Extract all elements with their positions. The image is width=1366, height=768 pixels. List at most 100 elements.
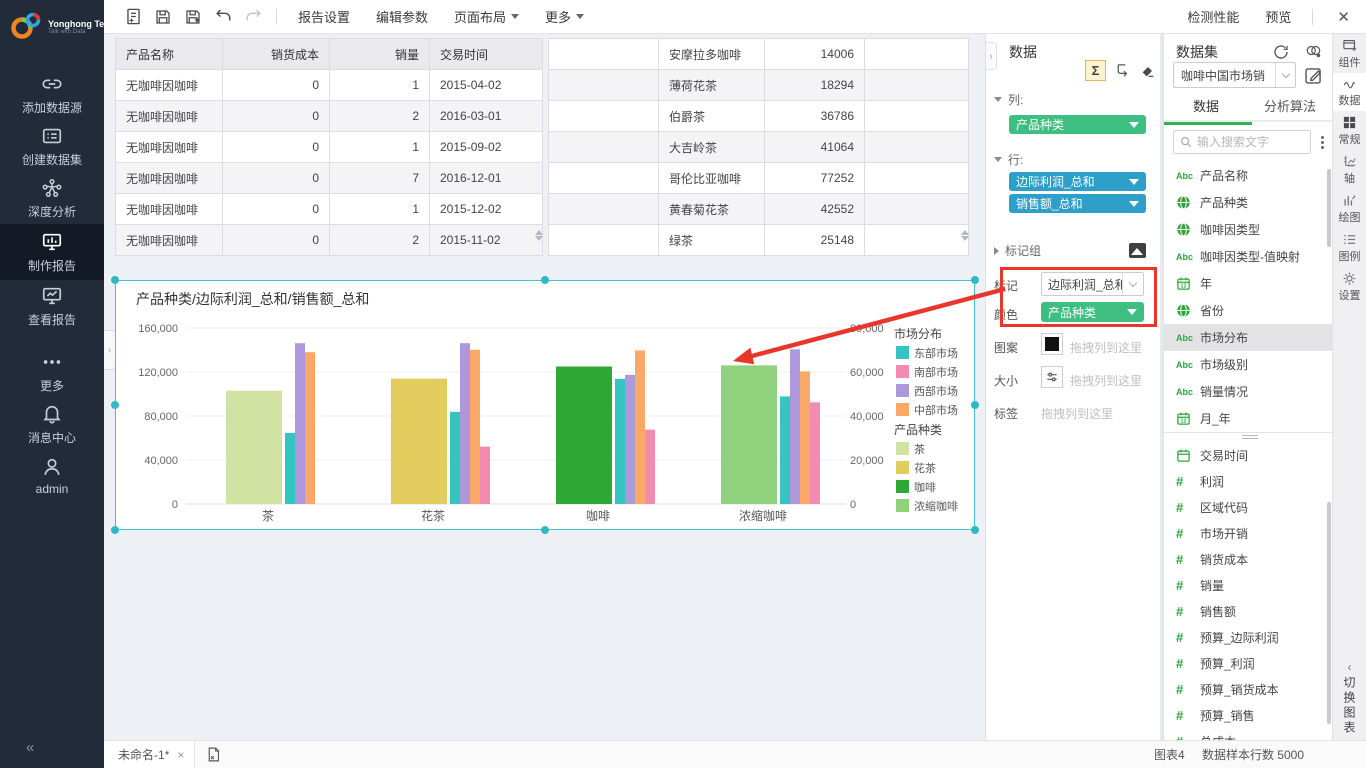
table-cell[interactable]: [549, 194, 659, 225]
table-component-2[interactable]: 安摩拉多咖啡 14006 薄荷花茶 18294 伯爵茶 36786 大吉岭茶 4…: [548, 38, 968, 255]
table-cell[interactable]: 0: [223, 163, 330, 194]
table-row[interactable]: 大吉岭茶 41064: [549, 132, 969, 163]
field-item-dimension[interactable]: 12 年: [1164, 270, 1332, 297]
table-cell[interactable]: [865, 194, 969, 225]
mark-type-dropdown[interactable]: 边际利润_总和: [1041, 272, 1144, 296]
table-cell[interactable]: 无咖啡因咖啡: [116, 163, 223, 194]
join-icon[interactable]: [1304, 43, 1324, 61]
table-cell[interactable]: 薄荷花茶: [659, 70, 765, 101]
table-row[interactable]: 无咖啡因咖啡 0 1 2015-04-02: [116, 70, 543, 101]
eraser-icon[interactable]: [1138, 61, 1158, 81]
table-cell[interactable]: 无咖啡因咖啡: [116, 225, 223, 256]
menu-report-settings[interactable]: 报告设置: [285, 7, 363, 26]
table-cell[interactable]: [865, 132, 969, 163]
legend-swatch[interactable]: [896, 442, 909, 455]
table-cell[interactable]: [865, 225, 969, 256]
refresh-icon[interactable]: [1272, 43, 1292, 61]
close-icon[interactable]: ✕: [1321, 8, 1366, 26]
table-cell[interactable]: 2: [330, 101, 430, 132]
selection-handle[interactable]: [111, 401, 119, 409]
field-item-dimension[interactable]: 产品种类: [1164, 189, 1332, 216]
bar-sales-3-2[interactable]: [800, 371, 810, 504]
field-item-measure[interactable]: # 预算_销货成本: [1164, 676, 1332, 702]
field-item-measure[interactable]: # 预算_利润: [1164, 650, 1332, 676]
sidebar-item-make-report[interactable]: 制作报告: [0, 224, 104, 280]
edit-dataset-icon[interactable]: [1303, 65, 1324, 86]
table1-scroll-indicator[interactable]: [535, 229, 543, 242]
switch-chart-button[interactable]: ‹ 切换图表: [1333, 660, 1366, 736]
legend-swatch[interactable]: [896, 461, 909, 474]
measure-scrollbar[interactable]: [1327, 502, 1331, 724]
field-item-measure[interactable]: # 利润: [1164, 468, 1332, 494]
table-cell[interactable]: 0: [223, 70, 330, 101]
table-cell[interactable]: 0: [223, 101, 330, 132]
strip-item-legend[interactable]: 图例: [1333, 228, 1366, 267]
table-cell[interactable]: [865, 39, 969, 70]
table-cell[interactable]: 大吉岭茶: [659, 132, 765, 163]
table-cell[interactable]: 14006: [765, 39, 865, 70]
legend-label[interactable]: 浓缩咖啡: [914, 499, 958, 513]
strip-item-component[interactable]: 组件: [1333, 34, 1366, 73]
bar-sales-0-0[interactable]: [285, 433, 295, 504]
rows-section-label[interactable]: 行:: [994, 151, 1023, 168]
table-cell[interactable]: [549, 39, 659, 70]
sidebar-item-message-center[interactable]: 消息中心: [0, 398, 104, 450]
legend-swatch[interactable]: [896, 403, 909, 416]
table-cell[interactable]: 7: [330, 163, 430, 194]
bar-sales-2-0[interactable]: [615, 379, 625, 504]
table-cell[interactable]: [549, 132, 659, 163]
selection-handle[interactable]: [971, 401, 979, 409]
tab-data[interactable]: 数据: [1164, 96, 1248, 120]
more-options-icon[interactable]: [1319, 134, 1325, 151]
menu-page-layout[interactable]: 页面布局: [441, 7, 532, 26]
preview-button[interactable]: 预览: [1252, 7, 1304, 26]
legend-swatch[interactable]: [896, 384, 909, 397]
legend-swatch[interactable]: [896, 480, 909, 493]
table-cell[interactable]: 0: [223, 225, 330, 256]
table-row[interactable]: 无咖啡因咖啡 0 2 2016-03-01: [116, 101, 543, 132]
row-pill-sales-sum[interactable]: 销售额_总和: [1009, 194, 1146, 213]
table-cell[interactable]: 0: [223, 132, 330, 163]
table-component-1[interactable]: 产品名称 销货成本 销量 交易时间 无咖啡因咖啡 0 1 2015-04-02 …: [115, 38, 542, 255]
table-cell[interactable]: 25148: [765, 225, 865, 256]
bar-sales-2-1[interactable]: [625, 375, 635, 504]
redo-icon[interactable]: [238, 4, 268, 30]
bar-sales-3-3[interactable]: [810, 402, 820, 504]
sidebar-item-more[interactable]: 更多: [0, 346, 104, 398]
marks-image-icon[interactable]: [1129, 243, 1146, 258]
field-item-measure[interactable]: # 销货成本: [1164, 546, 1332, 572]
table-cell[interactable]: 绿茶: [659, 225, 765, 256]
strip-item-wave[interactable]: 数据: [1333, 73, 1366, 111]
field-item-measure[interactable]: # 预算_销售: [1164, 702, 1332, 728]
menu-edit-params[interactable]: 编辑参数: [363, 7, 441, 26]
table-cell[interactable]: 2015-11-02: [430, 225, 543, 256]
search-box[interactable]: [1173, 130, 1311, 154]
sidebar-item-admin[interactable]: admin: [0, 450, 104, 502]
data-panel-collapse-handle[interactable]: ›: [985, 42, 997, 70]
tab-analysis-algorithms[interactable]: 分析算法: [1248, 96, 1332, 120]
table-cell[interactable]: 0: [223, 194, 330, 225]
report-canvas[interactable]: › 产品名称 销货成本 销量 交易时间 无咖啡因咖啡 0 1 2015-04-0…: [104, 34, 985, 740]
field-item-measure[interactable]: # 市场开销: [1164, 520, 1332, 546]
table-row[interactable]: 无咖啡因咖啡 0 2 2015-11-02: [116, 225, 543, 256]
add-sheet-icon[interactable]: [205, 746, 222, 763]
table-cell[interactable]: [549, 225, 659, 256]
field-item-measure[interactable]: # 预算_边际利润: [1164, 624, 1332, 650]
selection-handle[interactable]: [971, 526, 979, 534]
legend-label[interactable]: 西部市场: [914, 384, 958, 398]
table-cell[interactable]: 2016-03-01: [430, 101, 543, 132]
table-row[interactable]: 安摩拉多咖啡 14006: [549, 39, 969, 70]
sidebar-collapse-button[interactable]: «: [26, 739, 34, 756]
bar-sales-0-1[interactable]: [295, 343, 305, 504]
column-header[interactable]: 销货成本: [223, 39, 330, 70]
sidebar-item-view-report[interactable]: 查看报告: [0, 280, 104, 332]
table-cell[interactable]: 2015-12-02: [430, 194, 543, 225]
sheet-tab[interactable]: 未命名-1* ×: [104, 741, 195, 768]
bar-sales-1-2[interactable]: [470, 350, 480, 504]
marks-group-label[interactable]: 标记组: [994, 242, 1041, 259]
dimension-scrollbar[interactable]: [1327, 169, 1331, 247]
bar-margin-3[interactable]: [721, 365, 777, 504]
table-cell[interactable]: 1: [330, 132, 430, 163]
table-row[interactable]: 薄荷花茶 18294: [549, 70, 969, 101]
field-item-dimension[interactable]: 咖啡因类型: [1164, 216, 1332, 243]
